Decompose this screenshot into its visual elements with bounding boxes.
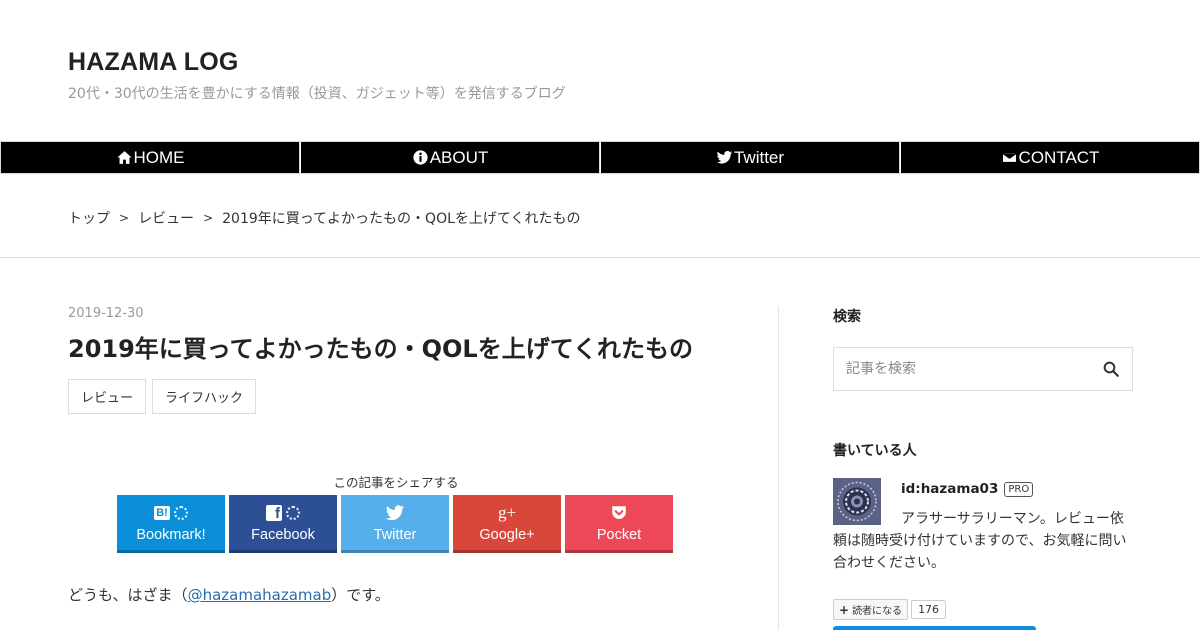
subscribe-label: 読者になる [852,606,903,617]
info-circle-icon [412,149,429,166]
nav-item-label: CONTACT [1018,147,1100,167]
subscribe-button[interactable]: + 読者になる [833,599,909,620]
category-list: レビュー ライフハック [68,379,728,414]
article: 2019-12-30 2019年に買ってよかったもの・QOLを上げてくれたもの … [68,306,728,604]
twitter-share-button[interactable]: Twitter [341,495,449,553]
loading-spinner-icon [286,506,300,520]
site-header: HAZAMA LOG 20代・30代の生活を豊かにする情報（投資、ガジェット等）… [68,48,566,103]
author-id[interactable]: id:hazama03 [901,481,998,497]
share-buttons: B! Bookmark! f Facebook Twitter g+ Googl… [117,495,675,553]
nav-item-label: Twitter [733,147,785,167]
share-caption: この記事をシェアする [333,475,459,490]
sidebar: 検索 書いている人 id:hazama03 PRO アラサーサラリーマン。レビュ… [833,306,1133,630]
article-intro: どうも、はざま（@hazamahazamab）です。 [68,584,390,605]
plus-icon: + [839,602,850,617]
google-plus-share-button[interactable]: g+ Google+ [453,495,561,553]
share-label: Twitter [373,527,417,543]
share-label: Google+ [479,527,535,543]
sidebar-widget-banner[interactable] [833,626,1036,630]
pro-badge: PRO [1004,481,1034,497]
share-label: Pocket [596,527,642,543]
breadcrumb: トップ > レビュー > 2019年に買ってよかったもの・QOLを上げてくれたも… [68,208,580,228]
breadcrumb-current: 2019年に買ってよかったもの・QOLを上げてくれたもの [222,211,581,227]
twitter-icon [385,503,405,523]
facebook-share-button[interactable]: f Facebook [229,495,337,553]
home-icon [116,149,133,166]
author-description: アラサーサラリーマン。レビュー依頼は随時受け付けていますので、お気軽に問い合わせ… [833,511,1127,571]
pocket-icon [610,504,628,522]
site-title[interactable]: HAZAMA LOG [68,48,566,77]
global-nav: HOME ABOUT Twitter CONTACT [0,141,1200,174]
header-divider [0,257,1200,258]
share-label: Bookmark! [136,527,206,543]
subscriber-count: 176 [911,600,947,619]
author-title: 書いている人 [833,443,917,459]
breadcrumb-top[interactable]: トップ [68,208,110,228]
pocket-share-button[interactable]: Pocket [565,495,673,553]
nav-item-label: ABOUT [429,147,489,167]
author-id-row: id:hazama03 PRO [901,481,1034,497]
hatena-bookmark-button[interactable]: B! Bookmark! [117,495,225,553]
subscribe-row: + 読者になる 176 [833,599,947,620]
search-title: 検索 [833,309,861,325]
search-input[interactable] [846,361,1102,377]
search-box [833,347,1133,391]
share-label: Facebook [251,527,315,543]
nav-item-contact[interactable]: CONTACT [900,141,1200,174]
content-divider [778,306,779,630]
twitter-icon [716,149,733,166]
nav-item-twitter[interactable]: Twitter [600,141,900,174]
nav-item-label: HOME [133,147,185,167]
intro-text-before: どうも、はざま（ [68,586,188,604]
facebook-icon: f [266,505,282,521]
site-description: 20代・30代の生活を豊かにする情報（投資、ガジェット等）を発信するブログ [68,86,566,102]
category-lifehack[interactable]: ライフハック [152,379,257,414]
breadcrumb-separator: > [119,211,130,225]
breadcrumb-separator: > [203,211,214,225]
post-title[interactable]: 2019年に買ってよかったもの・QOLを上げてくれたもの [68,334,718,365]
google-plus-icon: g+ [497,503,517,522]
category-review[interactable]: レビュー [68,379,147,414]
envelope-icon [1001,149,1018,166]
search-icon[interactable] [1102,360,1120,378]
share-box: この記事をシェアする B! Bookmark! f Facebook Twitt… [117,472,675,553]
twitter-handle-link[interactable]: @hazamahazamab [188,586,332,604]
intro-text-after: ）です。 [331,586,390,604]
nav-item-home[interactable]: HOME [0,141,300,174]
breadcrumb-category[interactable]: レビュー [138,208,194,228]
nav-item-about[interactable]: ABOUT [300,141,600,174]
loading-spinner-icon [173,506,188,520]
hatena-bookmark-icon: B! [154,506,170,520]
post-date[interactable]: 2019-12-30 [68,306,728,321]
